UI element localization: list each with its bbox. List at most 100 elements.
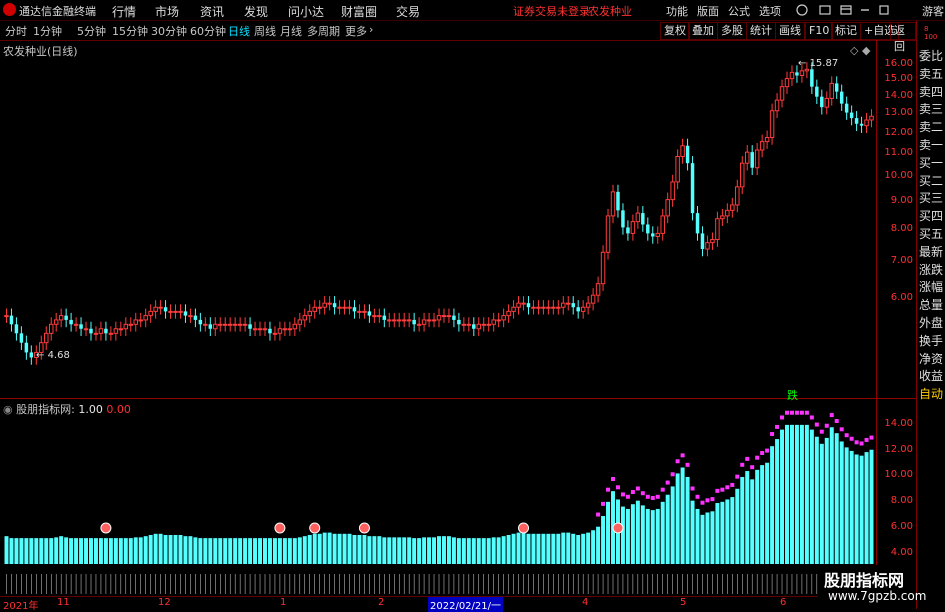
candle-body[interactable] bbox=[387, 319, 392, 322]
candle-body[interactable] bbox=[710, 239, 715, 244]
candle-body[interactable] bbox=[566, 302, 571, 305]
layout-menu[interactable]: 版面 bbox=[697, 3, 719, 19]
candle-body[interactable] bbox=[262, 328, 268, 331]
candle-body[interactable] bbox=[133, 319, 138, 325]
date-axis[interactable]: 2021年 11 12 1 2 2022/02/21/一 4 5 6 bbox=[0, 596, 916, 612]
buy-signal-icon[interactable] bbox=[100, 522, 112, 534]
indicator-settings-icon[interactable]: ◉ bbox=[3, 403, 13, 416]
candle-body[interactable] bbox=[416, 323, 422, 326]
candle-body[interactable] bbox=[680, 145, 685, 157]
candle-body[interactable] bbox=[64, 315, 68, 320]
candle-body[interactable] bbox=[789, 71, 795, 80]
candle-body[interactable] bbox=[511, 306, 516, 312]
candle-body[interactable] bbox=[93, 332, 99, 335]
kline-chart[interactable] bbox=[0, 40, 916, 596]
candle-body[interactable] bbox=[461, 323, 467, 326]
candle-body[interactable] bbox=[163, 307, 168, 312]
candle-body[interactable] bbox=[610, 191, 616, 217]
candle-body[interactable] bbox=[58, 315, 64, 321]
candle-body[interactable] bbox=[203, 323, 208, 326]
candle-body[interactable] bbox=[83, 328, 89, 331]
candle-body[interactable] bbox=[605, 215, 611, 253]
candle-body[interactable] bbox=[123, 323, 129, 330]
candle-body[interactable] bbox=[472, 324, 476, 329]
candle-body[interactable] bbox=[481, 323, 486, 326]
candle-body[interactable] bbox=[466, 323, 472, 326]
candle-body[interactable] bbox=[799, 70, 805, 76]
candle-body[interactable] bbox=[820, 96, 824, 108]
candle-body[interactable] bbox=[491, 319, 496, 325]
candle-body[interactable] bbox=[595, 283, 601, 296]
candle-body[interactable] bbox=[556, 306, 561, 309]
candle-body[interactable] bbox=[242, 323, 248, 326]
candle-body[interactable] bbox=[730, 204, 735, 211]
candle-body[interactable] bbox=[29, 352, 34, 358]
candle-body[interactable] bbox=[496, 319, 501, 322]
candle-body[interactable] bbox=[73, 323, 79, 326]
candle-body[interactable] bbox=[446, 315, 452, 318]
candle-body[interactable] bbox=[551, 306, 556, 309]
formula-menu[interactable]: 公式 bbox=[728, 3, 750, 19]
candle-body[interactable] bbox=[829, 82, 834, 99]
candle-body[interactable] bbox=[571, 303, 575, 308]
candle-body[interactable] bbox=[357, 310, 362, 313]
candle-body[interactable] bbox=[839, 91, 844, 104]
sidebar-item-12[interactable]: 涨跌 bbox=[919, 261, 945, 278]
menu-item-jiaoyi[interactable]: 交易 bbox=[396, 3, 420, 20]
sidebar-item-3[interactable]: 卖三 bbox=[919, 100, 945, 117]
candle-body[interactable] bbox=[322, 302, 327, 308]
candle-body[interactable] bbox=[248, 324, 252, 329]
candle-body[interactable] bbox=[526, 303, 531, 308]
candle-body[interactable] bbox=[779, 86, 785, 101]
sidebar-item-9[interactable]: 买四 bbox=[919, 207, 945, 224]
candle-body[interactable] bbox=[849, 112, 854, 119]
candle-body[interactable] bbox=[367, 311, 372, 316]
candle-body[interactable] bbox=[48, 323, 54, 334]
sidebar-item-14[interactable]: 总量 bbox=[919, 296, 945, 313]
candle-body[interactable] bbox=[213, 323, 218, 330]
candle-body[interactable] bbox=[302, 315, 308, 321]
candle-body[interactable] bbox=[750, 152, 754, 168]
candle-body[interactable] bbox=[24, 342, 29, 353]
candle-body[interactable] bbox=[590, 294, 596, 304]
candle-body[interactable] bbox=[79, 324, 83, 329]
candle-body[interactable] bbox=[754, 149, 760, 169]
menu-item-zixun[interactable]: 资讯 bbox=[200, 3, 224, 20]
candle-body[interactable] bbox=[208, 324, 213, 329]
candle-body[interactable] bbox=[740, 162, 745, 188]
candle-body[interactable] bbox=[834, 83, 839, 92]
candle-body[interactable] bbox=[19, 333, 24, 343]
candle-body[interactable] bbox=[412, 319, 416, 325]
candle-body[interactable] bbox=[118, 328, 124, 331]
candle-body[interactable] bbox=[452, 315, 456, 320]
period-daily[interactable]: 日线 bbox=[228, 23, 250, 39]
pane-divider[interactable] bbox=[0, 398, 916, 399]
candle-body[interactable] bbox=[14, 324, 19, 334]
menu-item-hangqing[interactable]: 行情 bbox=[112, 3, 136, 20]
candle-body[interactable] bbox=[516, 302, 521, 308]
sidebar-item-11[interactable]: 最新 bbox=[919, 243, 945, 260]
candle-body[interactable] bbox=[810, 69, 814, 87]
indicator-name[interactable]: 股朋指标网 bbox=[16, 403, 71, 416]
candle-body[interactable] bbox=[720, 215, 725, 220]
sidebar-item-6[interactable]: 买一 bbox=[919, 154, 945, 171]
candle-body[interactable] bbox=[277, 328, 283, 334]
candle-body[interactable] bbox=[774, 99, 780, 112]
sidebar-item-2[interactable]: 卖四 bbox=[919, 83, 945, 100]
buy-signal-icon[interactable] bbox=[309, 522, 321, 534]
candle-body[interactable] bbox=[426, 319, 432, 322]
sidebar-item-7[interactable]: 买二 bbox=[919, 172, 945, 189]
candle-body[interactable] bbox=[436, 315, 442, 321]
sidebar-item-18[interactable]: 收益 bbox=[919, 367, 945, 384]
period-15min[interactable]: 15分钟 bbox=[112, 23, 148, 39]
chart-corner-icons[interactable]: ◇ ◆ bbox=[850, 44, 870, 57]
candle-body[interactable] bbox=[53, 319, 59, 325]
candle-body[interactable] bbox=[332, 303, 337, 308]
buy-signal-icon[interactable] bbox=[612, 522, 624, 534]
period-5min[interactable]: 5分钟 bbox=[77, 23, 106, 39]
candle-body[interactable] bbox=[4, 315, 9, 318]
candle-body[interactable] bbox=[104, 328, 108, 334]
candle-body[interactable] bbox=[317, 306, 322, 309]
candle-body[interactable] bbox=[128, 323, 134, 326]
candle-body[interactable] bbox=[297, 319, 303, 325]
